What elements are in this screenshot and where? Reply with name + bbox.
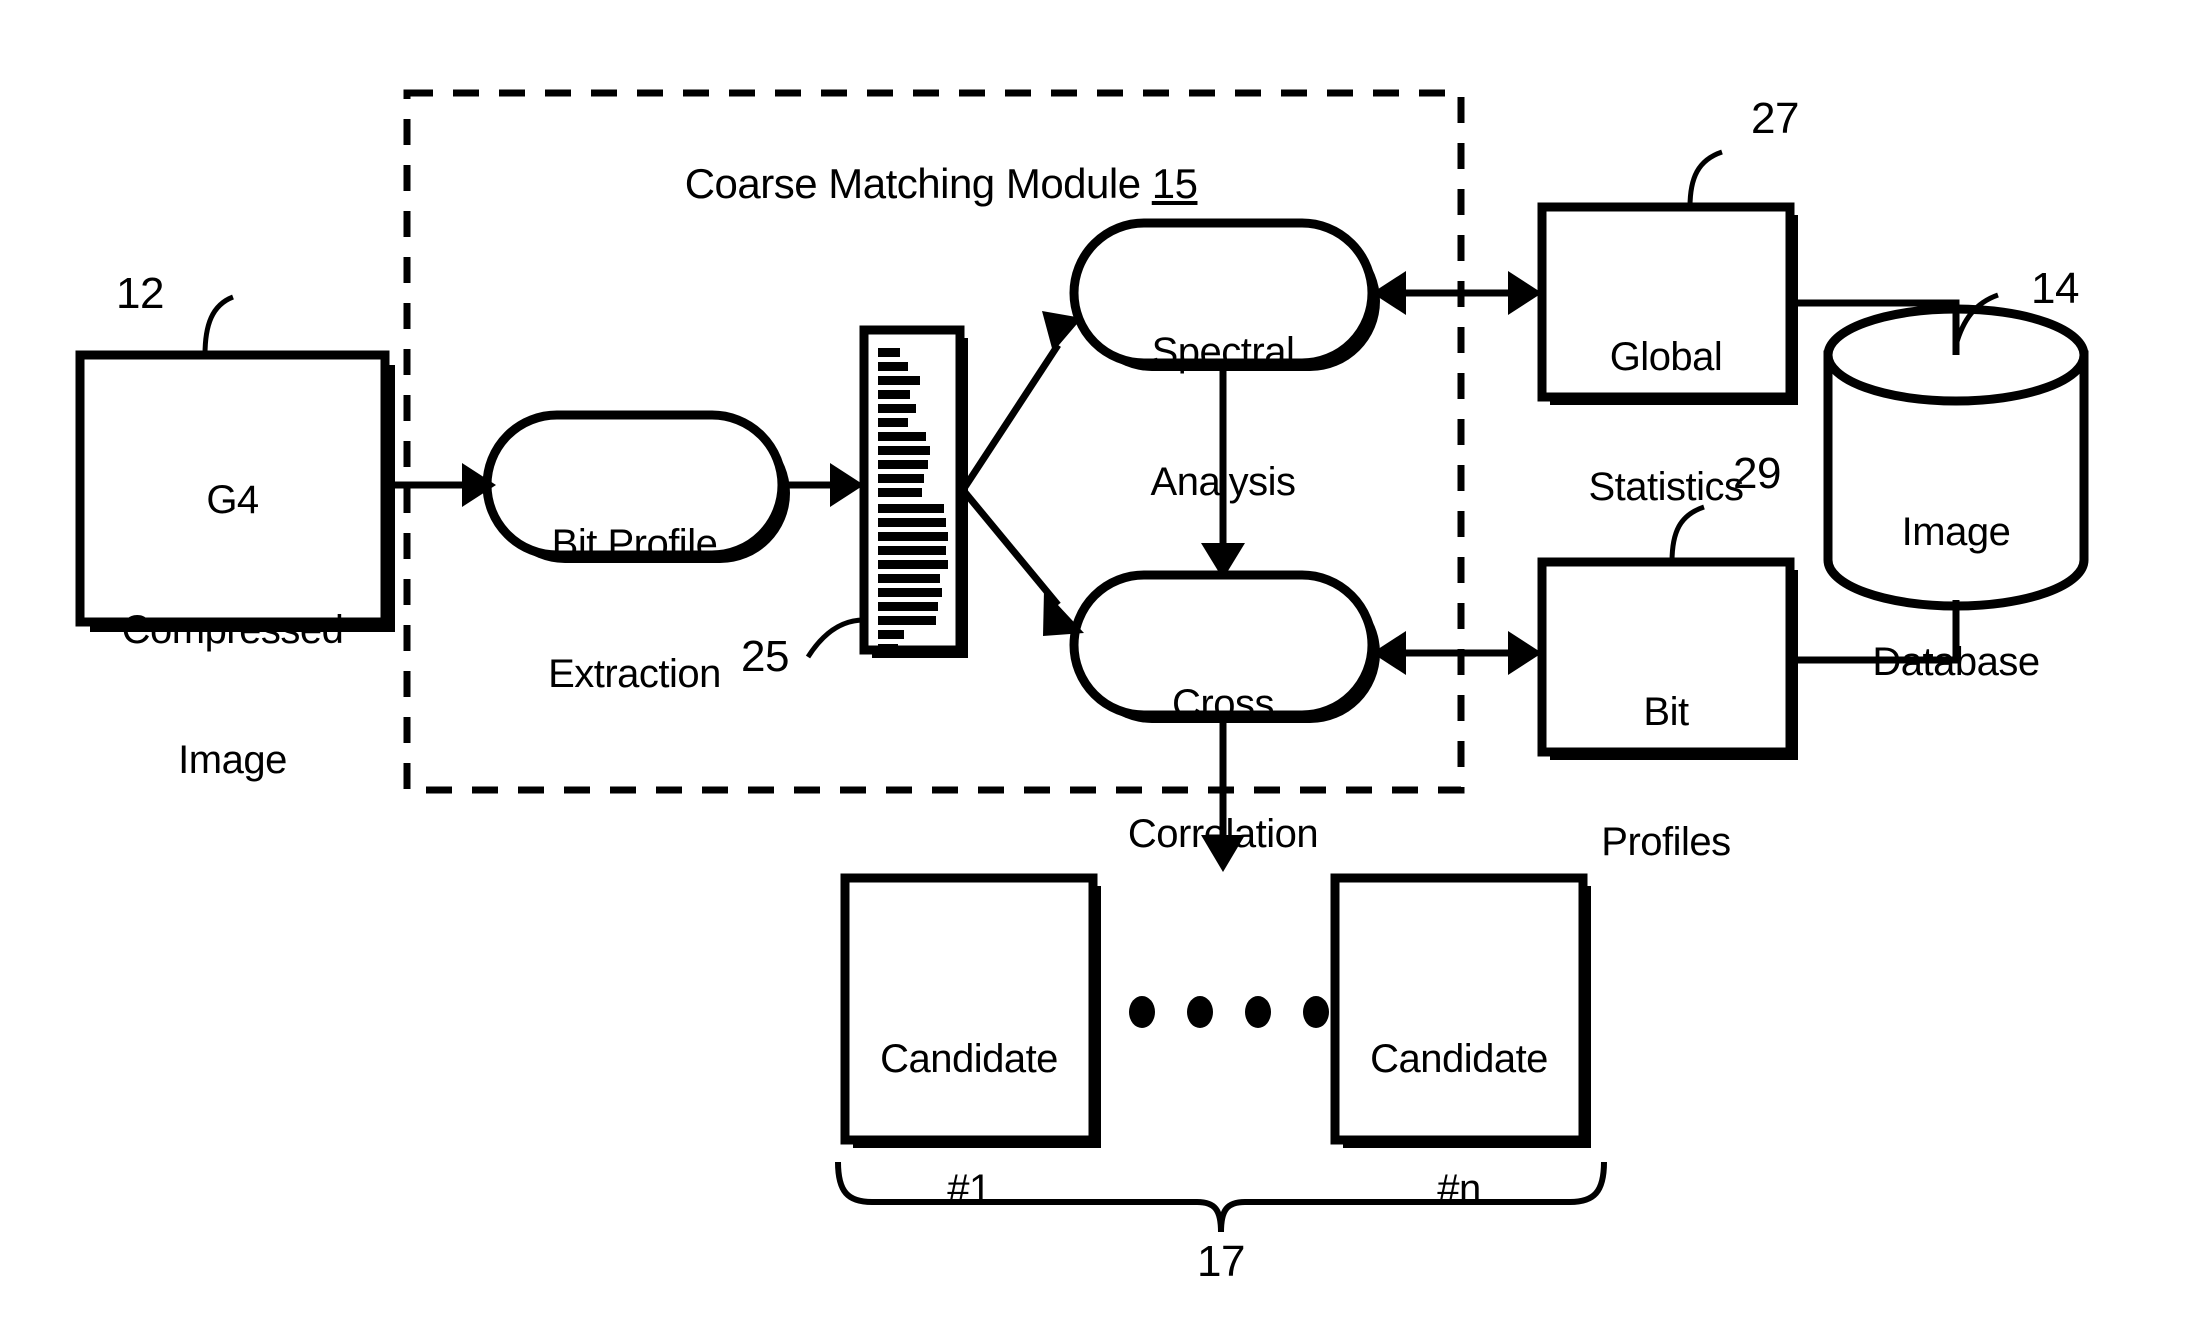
arrowhead-to-bitprofiles <box>1508 631 1542 675</box>
cross-label-line-1: Cross <box>1172 682 1274 727</box>
spectral-label-line-1: Spectral <box>1151 330 1295 375</box>
connector-profile-to-spectral <box>960 343 1061 492</box>
db-label-line-1: Image <box>1901 510 2011 555</box>
ref-leader-12 <box>202 294 235 356</box>
global-label-line-1: Global <box>1609 335 1723 380</box>
spectral-analysis-label: Spectral Analysis <box>1074 245 1372 591</box>
arrowhead-to-globalstats <box>1508 271 1542 315</box>
ref-leader-25 <box>805 617 865 659</box>
ref-numeral-12: 12 <box>116 269 164 318</box>
spectral-label-line-2: Analysis <box>1150 459 1296 504</box>
db-label-line-2: Database <box>1872 639 2040 684</box>
module-title: Coarse Matching Module 15 <box>640 116 1198 252</box>
connector-profile-to-cross <box>960 487 1061 608</box>
g4-label-line-2: Compressed <box>121 607 344 652</box>
bit-profiles-label: Bit Profiles <box>1542 605 1790 951</box>
cross-label-line-2: Correlation <box>1127 811 1319 856</box>
global-statistics-label: Global Statistics <box>1542 250 1790 596</box>
bit-profile-extraction-label: Bit Profile Extraction <box>487 437 782 783</box>
ref-numeral-25: 25 <box>741 632 789 681</box>
cross-correlation-label: Cross Correlation <box>1074 597 1372 943</box>
arrowhead-bpe-to-profile <box>830 463 864 507</box>
figure-canvas: Coarse Matching Module 15 G4 Compressed … <box>0 0 2200 1319</box>
ref-numeral-27: 27 <box>1751 94 1799 143</box>
candn-label-line-2: #n <box>1437 1166 1481 1211</box>
g4-label-line-1: G4 <box>206 478 259 523</box>
g4-label-line-3: Image <box>178 737 287 782</box>
module-title-ref: 15 <box>1151 160 1198 208</box>
candidate-1-label: Candidate #1 <box>845 952 1093 1298</box>
cand1-label-line-1: Candidate <box>880 1037 1058 1082</box>
bpe-label-line-1: Bit Profile <box>551 522 718 567</box>
bitprofiles-label-line-1: Bit <box>1643 690 1689 735</box>
bitprofiles-label-line-2: Profiles <box>1601 819 1731 864</box>
module-title-text: Coarse Matching Module <box>684 160 1152 208</box>
candidate-n-label: Candidate #n <box>1335 952 1583 1298</box>
ref-leader-27 <box>1687 149 1723 208</box>
g4-box-label: G4 Compressed Image <box>80 393 385 868</box>
candidates-ellipsis <box>1129 996 1329 1028</box>
ref-numeral-29: 29 <box>1733 449 1781 498</box>
image-database-label: Image Database <box>1828 425 2084 771</box>
ref-numeral-17: 17 <box>1197 1237 1245 1286</box>
candn-label-line-1: Candidate <box>1370 1037 1548 1082</box>
ref-numeral-14: 14 <box>2031 264 2079 313</box>
cand1-label-line-2: #1 <box>947 1166 991 1211</box>
